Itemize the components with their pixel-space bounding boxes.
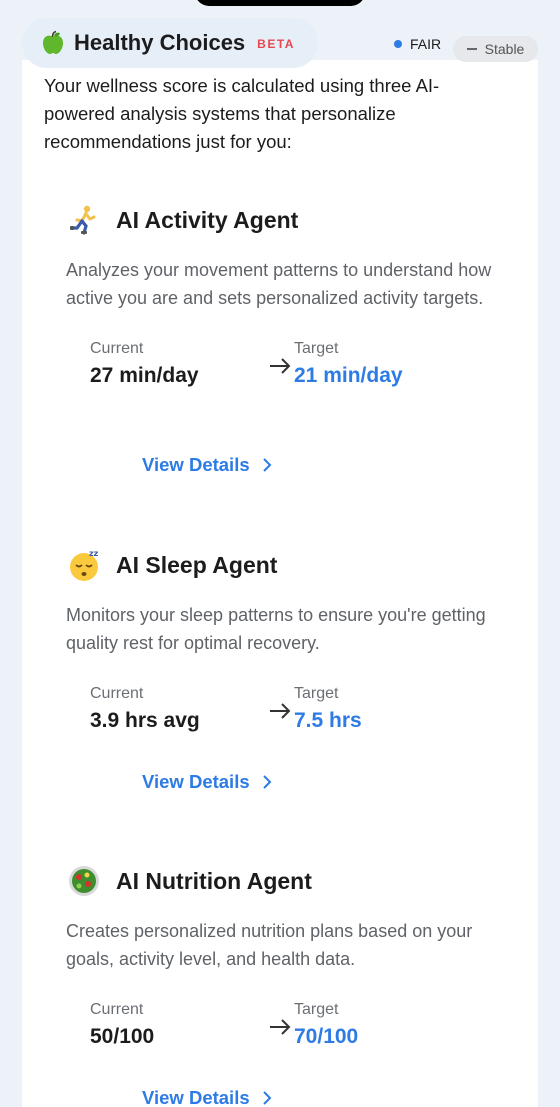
- arrow-right-icon: [270, 1019, 291, 1035]
- current-label: Current: [90, 1001, 144, 1018]
- view-details-button[interactable]: View Details: [142, 1087, 272, 1107]
- current-label: Current: [90, 685, 144, 702]
- agent-metrics: Current 3.9 hrs avg Target 7.5 hrs: [66, 685, 506, 745]
- target-value: 21 min/day: [294, 364, 403, 387]
- current-value: 50/100: [90, 1025, 155, 1048]
- agent-description: Monitors your sleep patterns to ensure y…: [66, 605, 486, 653]
- activity-agent-section: AI Activity Agent Analyzes your movement…: [66, 202, 506, 400]
- agent-metrics: Current 50/100 Target 70/100: [66, 1001, 506, 1061]
- nutrition-agent-section: AI Nutrition Agent Creates personalized …: [66, 863, 506, 1061]
- running-person-icon: [66, 202, 102, 238]
- green-apple-icon: [40, 30, 66, 56]
- sleep-agent-section: zz AI Sleep Agent Monitors your sleep pa…: [66, 547, 506, 745]
- target-value: 7.5 hrs: [294, 709, 362, 732]
- current-value: 3.9 hrs avg: [90, 709, 200, 732]
- arrow-right-icon: [270, 703, 291, 719]
- target-label: Target: [294, 685, 339, 702]
- chevron-right-icon: [262, 458, 272, 472]
- app-title: Healthy Choices: [74, 30, 246, 55]
- status-dot-icon: [394, 40, 402, 48]
- svg-text:zz: zz: [89, 549, 99, 558]
- agent-title: AI Activity Agent: [116, 206, 299, 233]
- agent-description: Creates personalized nutrition plans bas…: [66, 921, 473, 969]
- target-label: Target: [294, 340, 339, 357]
- target-value: 70/100: [294, 1025, 359, 1048]
- agent-title: AI Nutrition Agent: [116, 867, 312, 894]
- app-header: Healthy Choices BETA: [22, 18, 318, 68]
- agent-description: Analyzes your movement patterns to under…: [66, 260, 492, 308]
- view-details-label: View Details: [142, 1087, 250, 1107]
- sleeping-face-icon: zz: [66, 547, 102, 583]
- view-details-label: View Details: [142, 454, 250, 475]
- dash-icon: [466, 48, 477, 50]
- agent-metrics: Current 27 min/day Target 21 min/day: [66, 340, 506, 400]
- status-label: FAIR: [410, 36, 442, 52]
- chevron-right-icon: [262, 775, 272, 789]
- salad-icon: [66, 863, 102, 899]
- beta-badge: BETA: [257, 37, 295, 51]
- intro-text: Your wellness score is calculated using …: [44, 75, 440, 152]
- current-label: Current: [90, 340, 144, 357]
- status-indicator: FAIR: [394, 36, 441, 52]
- agent-title: AI Sleep Agent: [116, 551, 278, 578]
- trend-label: Stable: [484, 41, 525, 57]
- view-details-button[interactable]: View Details: [142, 771, 272, 793]
- arrow-right-icon: [270, 358, 291, 374]
- view-details-label: View Details: [142, 771, 250, 792]
- chevron-right-icon: [262, 1091, 272, 1105]
- device-notch: [195, 0, 365, 6]
- trend-badge: Stable: [453, 36, 538, 62]
- current-value: 27 min/day: [90, 364, 199, 387]
- target-label: Target: [294, 1001, 339, 1018]
- view-details-button[interactable]: View Details: [142, 454, 272, 476]
